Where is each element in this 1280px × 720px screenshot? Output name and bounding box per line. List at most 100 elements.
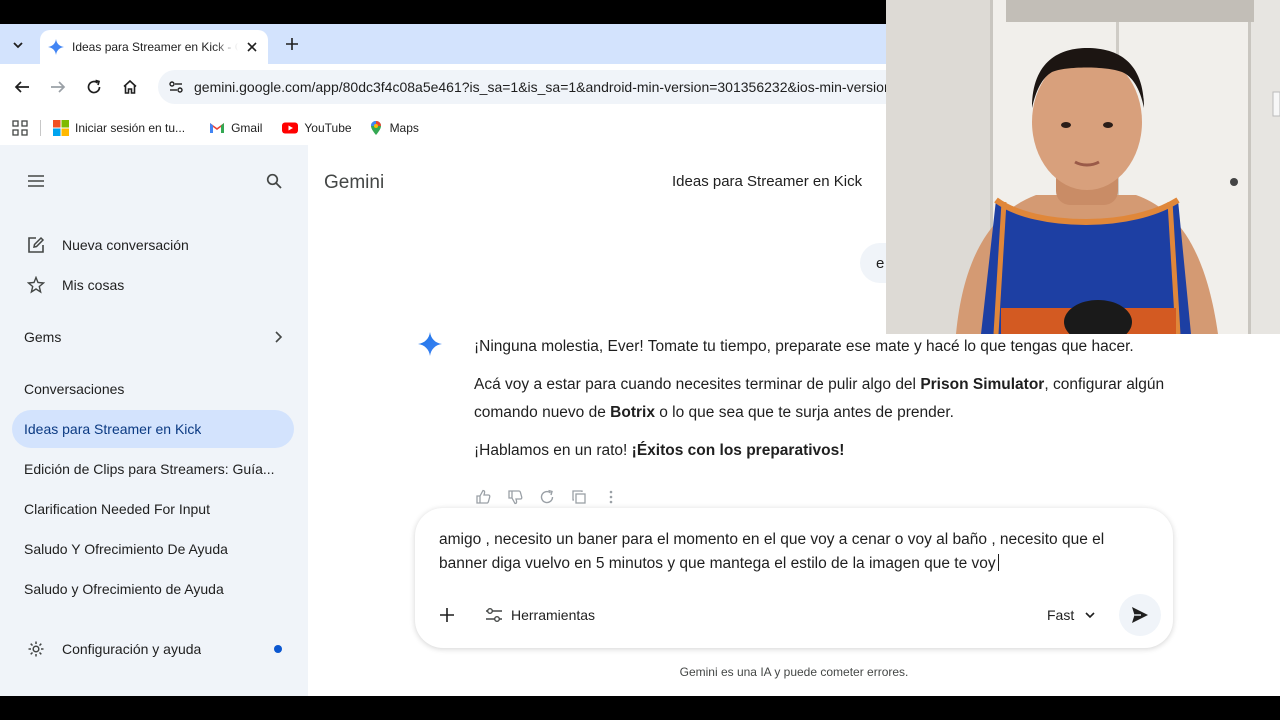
tools-button[interactable]: Herramientas: [485, 603, 595, 627]
response-text: ¡Hablamos en un rato!: [474, 442, 632, 459]
more-options-icon[interactable]: [602, 488, 620, 506]
tab-title: Ideas para Streamer en Kick - Gemini: [72, 40, 238, 54]
add-attachment-button[interactable]: [435, 603, 459, 627]
chevron-right-icon[interactable]: [270, 329, 286, 345]
response-bold-text: Botrix: [610, 404, 655, 421]
response-bold-text: Prison Simulator: [920, 376, 1045, 393]
apps-button[interactable]: [0, 116, 34, 140]
close-tab-icon[interactable]: [244, 39, 260, 55]
my-stuff-button[interactable]: Mis cosas: [12, 266, 294, 304]
url-text: gemini.google.com/app/80dc3f4c08a5e461?i…: [194, 79, 892, 95]
notification-dot: [274, 645, 282, 653]
browser-tab[interactable]: Ideas para Streamer en Kick - Gemini: [40, 30, 268, 64]
reload-button[interactable]: [82, 75, 106, 99]
conversation-item[interactable]: Edición de Clips para Streamers: Guía...: [12, 450, 294, 488]
gmail-icon: [210, 122, 225, 133]
gemini-spark-icon: [418, 332, 442, 356]
apps-grid-icon: [12, 119, 28, 136]
home-icon: [123, 79, 137, 94]
response-text: ¡Ninguna molestia, Ever! Tomate tu tiemp…: [474, 338, 1134, 355]
reload-icon: [87, 79, 101, 94]
new-tab-button[interactable]: [282, 34, 302, 54]
prompt-text: amigo , necesito un baner para el moment…: [439, 531, 1105, 572]
site-info-icon[interactable]: [166, 77, 186, 97]
plus-icon: [440, 608, 454, 622]
disclaimer-text: Gemini es una IA y puede cometer errores…: [679, 665, 909, 679]
tools-sliders-icon: [486, 608, 502, 622]
conversation-title: Edición de Clips para Streamers: Guía...: [24, 461, 275, 477]
response-paragraph: ¡Hablamos en un rato! ¡Éxitos con los pr…: [474, 437, 1174, 465]
response-bold-text: ¡Éxitos con los preparativos!: [631, 442, 845, 459]
thumbs-down-icon[interactable]: [506, 488, 524, 506]
conversation-item[interactable]: Ideas para Streamer en Kick: [12, 410, 294, 448]
tab-search-dropdown[interactable]: [6, 33, 30, 57]
arrow-left-icon: [14, 81, 29, 93]
bookmark-microsoft[interactable]: Iniciar sesión en tu...: [47, 116, 191, 140]
hamburger-menu-icon: [28, 175, 44, 187]
tools-label: Herramientas: [511, 607, 596, 623]
bookmarks-divider: [40, 119, 41, 136]
prompt-composer[interactable]: amigo , necesito un baner para el moment…: [415, 508, 1173, 648]
new-chat-button[interactable]: Nueva conversación: [12, 226, 294, 264]
send-button[interactable]: [1119, 594, 1161, 636]
my-stuff-label: Mis cosas: [62, 277, 125, 293]
conversation-item[interactable]: Saludo y Ofrecimiento de Ayuda: [12, 570, 294, 608]
sidebar: Nueva conversación Mis cosas Gems Conver…: [0, 145, 308, 696]
chevron-down-icon: [13, 42, 23, 49]
model-response: ¡Ninguna molestia, Ever! Tomate tu tiemp…: [474, 333, 1174, 475]
chat-title[interactable]: Ideas para Streamer en Kick: [672, 173, 862, 190]
forward-button[interactable]: [46, 75, 70, 99]
user-message-text: e: [876, 254, 885, 272]
prompt-input[interactable]: amigo , necesito un baner para el moment…: [439, 528, 1149, 576]
gemini-logo-text[interactable]: Gemini: [324, 172, 384, 194]
plus-icon: [286, 38, 298, 50]
regenerate-icon[interactable]: [538, 488, 556, 506]
arrow-right-icon: [51, 81, 66, 93]
chevron-down-icon: [1085, 612, 1095, 619]
response-paragraph: Acá voy a estar para cuando necesites te…: [474, 371, 1174, 427]
text-caret: [997, 554, 999, 571]
bookmark-label: YouTube: [304, 120, 352, 135]
microsoft-icon: [53, 119, 69, 136]
screen: Ideas para Streamer en Kick - Gemini gem…: [0, 0, 1280, 720]
conversation-item[interactable]: Clarification Needed For Input: [12, 490, 294, 528]
conversation-item[interactable]: Saludo Y Ofrecimiento De Ayuda: [12, 530, 294, 568]
bookmark-maps[interactable]: Maps: [362, 116, 425, 140]
webcam-overlay: [886, 0, 1280, 334]
edit-icon: [26, 235, 46, 255]
search-icon: [266, 173, 282, 189]
youtube-icon: [282, 122, 299, 133]
maps-icon: [370, 120, 381, 135]
search-button[interactable]: [262, 169, 286, 193]
bookmark-label: Gmail: [231, 120, 263, 135]
gem-stuff-icon: [26, 275, 46, 295]
response-paragraph: ¡Ninguna molestia, Ever! Tomate tu tiemp…: [474, 333, 1174, 361]
conversation-title: Saludo Y Ofrecimiento De Ayuda: [24, 541, 228, 557]
response-text: Acá voy a estar para cuando necesites te…: [474, 376, 921, 393]
model-label: Fast: [1047, 607, 1075, 623]
bookmark-label: Iniciar sesión en tu...: [75, 120, 186, 135]
gear-icon: [26, 639, 46, 659]
streamer-webcam-image: [886, 0, 1280, 334]
thumbs-up-icon[interactable]: [474, 488, 492, 506]
bookmark-label: Maps: [389, 120, 419, 135]
copy-icon[interactable]: [570, 488, 588, 506]
model-selector[interactable]: Fast: [1047, 603, 1096, 627]
response-actions: [474, 488, 620, 506]
gems-heading[interactable]: Gems: [24, 329, 61, 345]
gemini-favicon-icon: [48, 39, 64, 55]
response-text: o lo que sea que te surja antes de prend…: [654, 404, 954, 421]
new-chat-label: Nueva conversación: [62, 237, 189, 253]
bookmark-gmail[interactable]: Gmail: [203, 116, 268, 140]
send-icon: [1132, 607, 1148, 623]
conversation-title: Ideas para Streamer en Kick: [24, 421, 202, 437]
conversations-heading: Conversaciones: [24, 381, 125, 397]
home-button[interactable]: [118, 75, 142, 99]
conversation-title: Clarification Needed For Input: [24, 501, 210, 517]
main-menu-button[interactable]: [24, 169, 48, 193]
back-button[interactable]: [10, 75, 34, 99]
settings-help-button[interactable]: Configuración y ayuda: [12, 630, 294, 668]
bookmark-youtube[interactable]: YouTube: [276, 116, 357, 140]
settings-label: Configuración y ayuda: [62, 641, 202, 657]
conversation-title: Saludo y Ofrecimiento de Ayuda: [24, 581, 224, 597]
